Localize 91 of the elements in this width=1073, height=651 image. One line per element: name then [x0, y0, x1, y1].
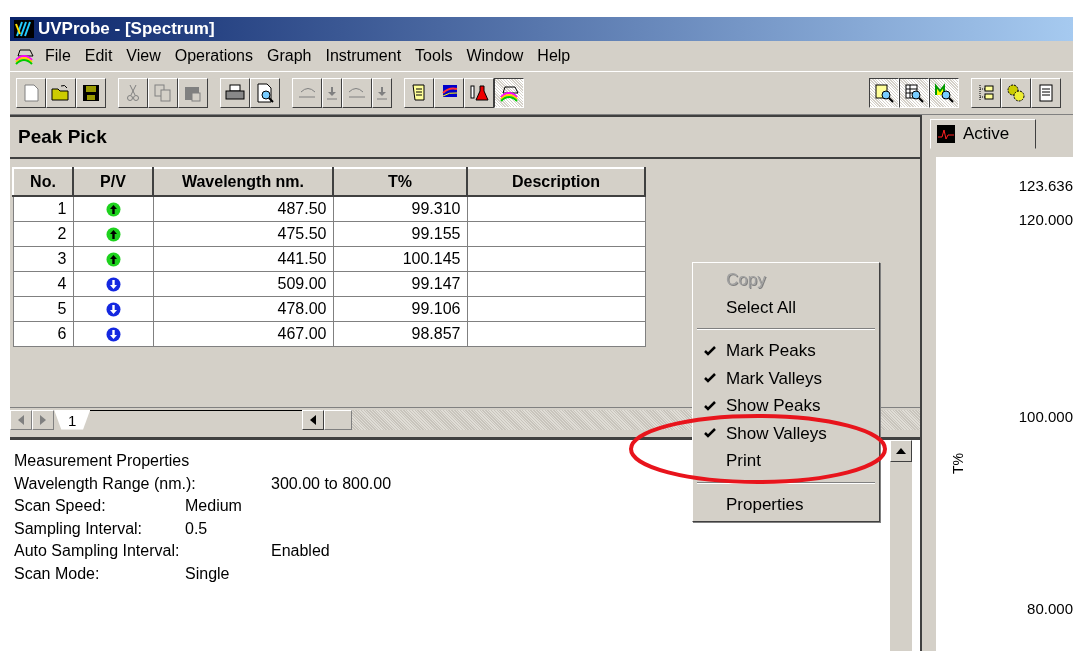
table-cell: 99.147 — [333, 271, 467, 297]
table-cell: 441.50 — [153, 246, 333, 272]
menu-item[interactable]: Help — [530, 44, 578, 68]
menu-item[interactable]: Properties — [693, 490, 879, 518]
menu-item[interactable]: Mark Peaks — [693, 337, 879, 365]
graph-tab[interactable]: Active — [930, 119, 1036, 149]
checkmark-icon — [703, 428, 716, 439]
table-cell: 99.310 — [333, 196, 467, 222]
printer-icon — [225, 83, 245, 103]
property-label: Scan Mode: — [14, 563, 101, 584]
property-value: Medium — [185, 497, 242, 514]
table-cell: 100.145 — [333, 246, 467, 272]
menu-item[interactable]: View — [119, 44, 168, 68]
property-label: Auto Sampling Interval: — [14, 541, 181, 561]
property-label: Scan Speed: — [14, 496, 107, 516]
table-cell: 4 — [13, 271, 73, 297]
checkmark-icon — [703, 400, 716, 411]
left-arrow-icon — [17, 414, 25, 425]
column-header[interactable]: P/V — [73, 168, 153, 196]
property-value: Enabled — [271, 542, 330, 559]
table-cell: 1 — [13, 196, 73, 222]
window-title: UVProbe - [Spectrum] — [38, 18, 215, 41]
table-cell: 2 — [13, 221, 73, 247]
axis-tick-label: 123.636 — [1018, 176, 1073, 196]
menu-item[interactable]: Operations — [167, 44, 260, 68]
table-cell: 5 — [13, 296, 73, 322]
right-arrow-icon — [39, 414, 47, 425]
menu-item[interactable]: Show Peaks — [693, 392, 879, 420]
property-value: 0.5 — [185, 519, 208, 537]
table-cell: 467.00 — [153, 321, 333, 347]
menu-item[interactable]: Select All — [693, 293, 879, 321]
checkmark-icon — [703, 345, 716, 356]
print-preview-icon — [255, 83, 275, 103]
zoom-graph-icon — [874, 83, 894, 103]
column-header[interactable]: No. — [13, 168, 73, 196]
table-cell: 6 — [13, 321, 73, 347]
column-header[interactable]: Description — [467, 168, 645, 196]
page-icon — [21, 83, 41, 103]
menu-item[interactable]: Window — [459, 44, 531, 68]
properties-heading: Measurement Properties — [14, 451, 190, 471]
zoom-icon — [934, 83, 954, 103]
menu-item[interactable]: Show Valleys — [693, 419, 879, 447]
property-label: Wavelength Range (nm.): — [14, 473, 197, 494]
panel-title: Peak Pick — [10, 117, 920, 159]
flask-icon — [469, 83, 489, 103]
toolbar-button[interactable] — [494, 78, 524, 108]
table-cell: 98.857 — [333, 321, 467, 347]
table-cell: 3 — [13, 246, 73, 272]
menu-item[interactable]: File — [38, 44, 78, 68]
table-cell: 99.106 — [333, 296, 467, 322]
toolbar-button[interactable] — [899, 78, 929, 108]
app-logo-icon — [14, 20, 34, 38]
sheet-tab[interactable]: 1 — [54, 409, 91, 430]
menu-item[interactable]: Graph — [260, 44, 319, 68]
axis-label: T% — [949, 453, 967, 474]
axis-tick-label: 100.000 — [1018, 407, 1073, 427]
vertical-scrollbar[interactable] — [890, 440, 912, 651]
gears-icon — [1006, 83, 1026, 103]
folder-icon — [51, 83, 71, 103]
left-arrow-icon — [309, 414, 318, 425]
menu-item[interactable]: Print — [693, 447, 879, 475]
copy-icon — [153, 83, 173, 103]
rainbow-scanner-icon — [499, 83, 519, 103]
property-label: Sampling Interval: — [14, 518, 144, 539]
spectrum-icon — [937, 125, 955, 143]
zoom-table-icon — [904, 83, 924, 103]
toolbar-button[interactable] — [929, 78, 959, 108]
scroll-left-button[interactable] — [302, 409, 325, 430]
tab-label: Active — [963, 123, 1010, 146]
table-cell: 487.50 — [153, 196, 333, 222]
table-cell: 478.00 — [153, 296, 333, 322]
document-icon — [1036, 83, 1056, 103]
table-cell: 509.00 — [153, 271, 333, 297]
checkmark-icon — [703, 373, 716, 384]
menu-item[interactable]: Mark Valleys — [693, 364, 879, 392]
column-header[interactable]: Wavelength nm. — [153, 168, 333, 196]
axis-tick-label: 80.000 — [1027, 599, 1073, 619]
menu-item[interactable]: Edit — [77, 44, 120, 68]
tree-icon — [976, 83, 996, 103]
property-value: Single — [185, 564, 230, 582]
axis-tick-label: 120.000 — [1018, 210, 1073, 230]
scroll-thumb[interactable] — [324, 409, 353, 430]
table-cell: 99.155 — [333, 221, 467, 247]
property-value: 300.00 to 800.00 — [271, 474, 392, 492]
scroll-right-button[interactable] — [32, 409, 54, 430]
toolbar-button[interactable] — [869, 78, 899, 108]
menu-item[interactable]: Instrument — [318, 44, 409, 68]
menu-item[interactable]: Tools — [408, 44, 460, 68]
scroll-up-icon — [896, 448, 906, 454]
table-cell: 475.50 — [153, 221, 333, 247]
column-header[interactable]: T% — [333, 168, 467, 196]
